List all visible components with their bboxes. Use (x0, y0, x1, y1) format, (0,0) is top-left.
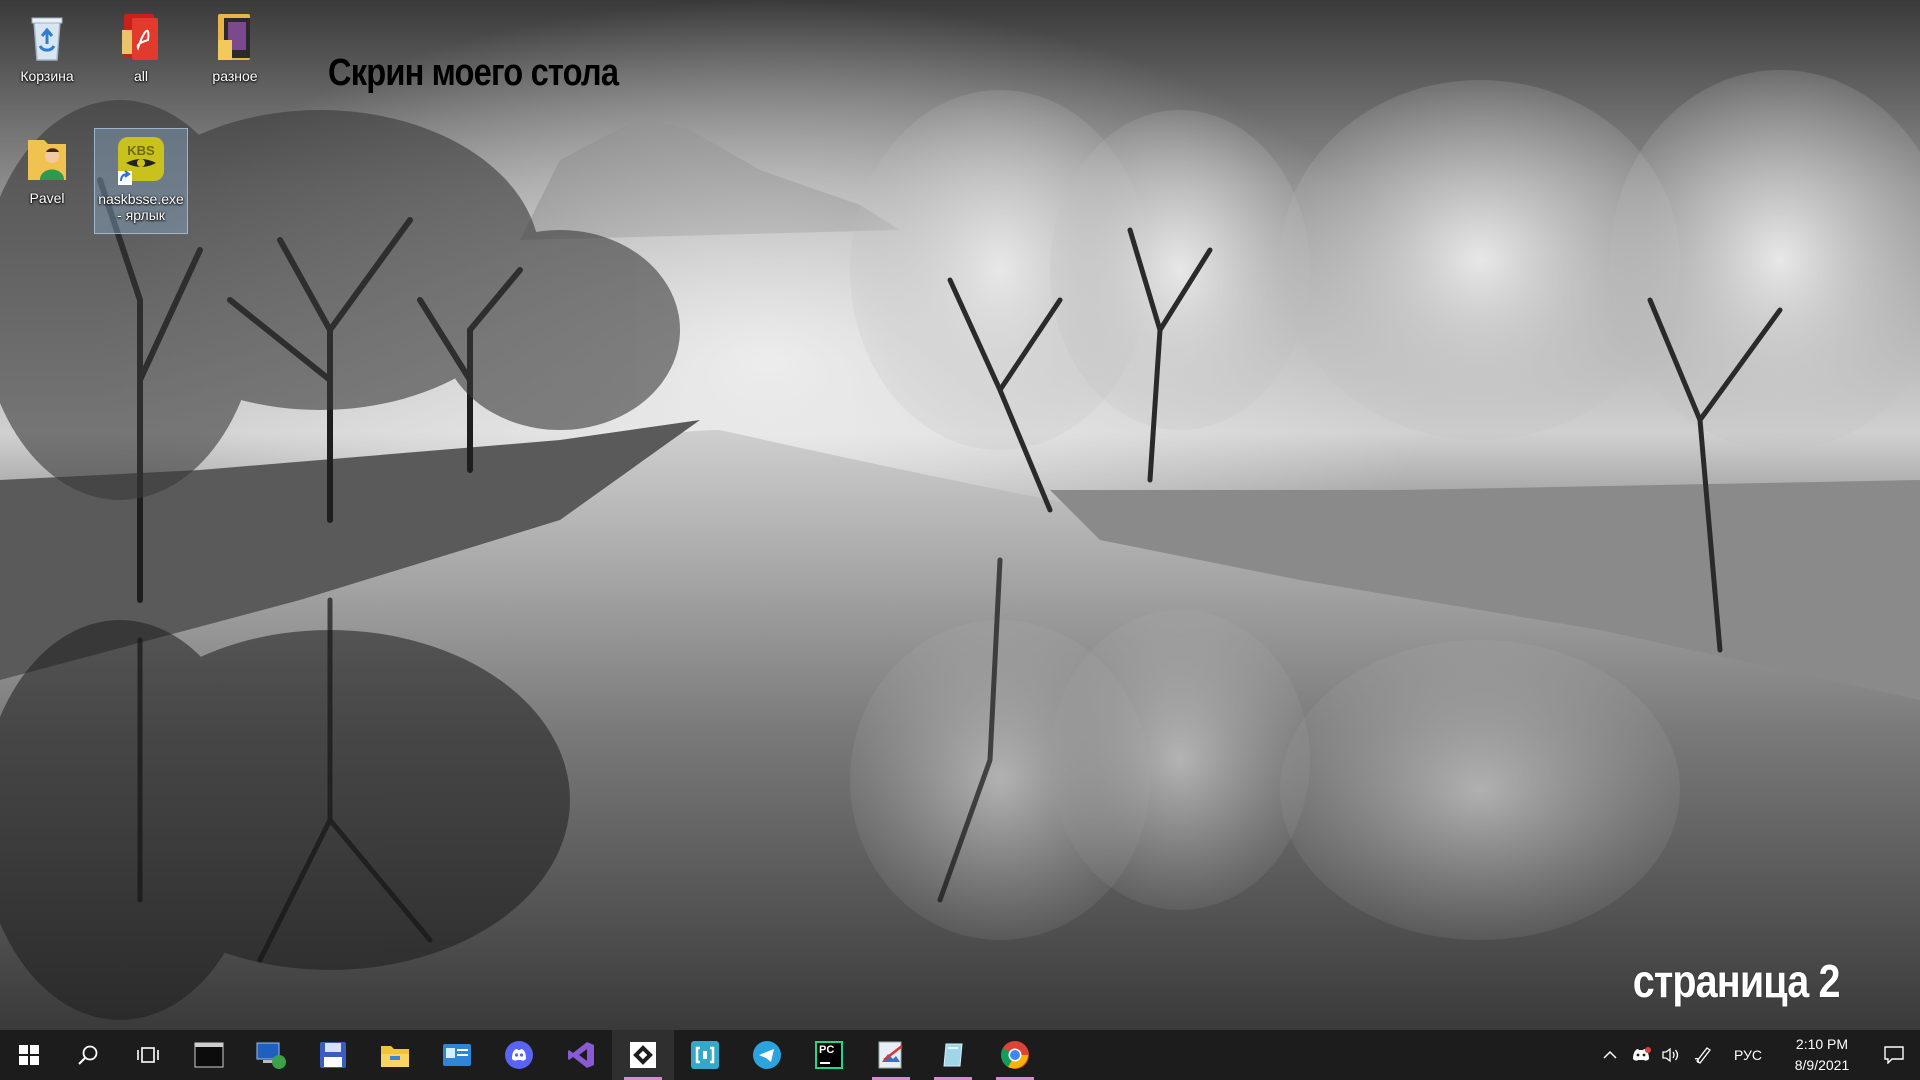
start-button[interactable] (0, 1030, 58, 1080)
folder-icon (381, 1046, 409, 1067)
taskbar-app-telegram[interactable] (736, 1030, 798, 1080)
task-view-icon (137, 1047, 159, 1063)
desktop-icon-label: разное (212, 68, 258, 84)
glass-panel-icon (943, 1043, 963, 1067)
pycharm-icon: PC (815, 1041, 843, 1069)
chrome-icon (1001, 1041, 1029, 1069)
folder-icon (208, 10, 262, 64)
desktop-icon-all[interactable]: all (94, 6, 188, 106)
desktop-icon-label: Pavel (29, 190, 65, 206)
clock[interactable]: 2:10 PM 8/9/2021 (1776, 1030, 1868, 1080)
clock-time: 2:10 PM (1795, 1036, 1849, 1052)
desktop-icon-naskbsse-shortcut[interactable]: KBS naskbsse.exe - ярлык (94, 128, 188, 234)
page-number-label: страница 2 (1633, 955, 1841, 1007)
taskbar-app-pycharm[interactable]: PC (798, 1030, 860, 1080)
discord-tray-icon (1632, 1047, 1651, 1061)
desktop-icon-pavel[interactable]: Pavel (0, 128, 94, 228)
desktop-wallpaper (0, 0, 1920, 1030)
taskbar-app-notes[interactable] (922, 1030, 984, 1080)
desktop-icon-recycle-bin[interactable]: Корзина (0, 6, 94, 106)
image-editor-icon (878, 1041, 903, 1069)
diamond-icon (630, 1042, 656, 1068)
desktop-icon-label: Корзина (20, 68, 74, 84)
visual-studio-icon (568, 1042, 594, 1068)
desktop-icon-label: naskbsse.exe - ярлык (98, 191, 184, 223)
terminal-icon (194, 1042, 224, 1068)
telegram-icon (753, 1041, 781, 1069)
show-hidden-icons-button[interactable] (1594, 1030, 1626, 1080)
taskbar-app-image-editor[interactable] (860, 1030, 922, 1080)
taskbar-app-discord[interactable] (488, 1030, 550, 1080)
taskbar-app-terminal[interactable] (178, 1030, 240, 1080)
bracket-icon (691, 1041, 719, 1069)
floppy-disk-icon (320, 1042, 346, 1068)
taskbar-app-file-explorer[interactable] (364, 1030, 426, 1080)
contact-card-icon (443, 1044, 471, 1066)
chevron-up-icon (1603, 1050, 1617, 1059)
recycle-bin-icon (20, 10, 74, 64)
search-button[interactable] (58, 1030, 118, 1080)
clock-date: 8/9/2021 (1794, 1057, 1850, 1073)
taskbar-app-bracket[interactable] (674, 1030, 736, 1080)
windows-logo-icon (19, 1045, 39, 1065)
desktop-icon-raznoe[interactable]: разное (188, 6, 282, 106)
taskbar: PC РУС 2:10 PM 8/9/2021 (0, 1030, 1920, 1080)
wallpaper-image (0, 0, 1920, 1030)
pdf-folder-icon (114, 10, 168, 64)
pycharm-icon-text: PC (819, 1044, 835, 1056)
pen-workspace-button[interactable] (1686, 1030, 1720, 1080)
pen-icon (1694, 1047, 1711, 1064)
taskbar-app-chrome[interactable] (984, 1030, 1046, 1080)
notification-icon (1884, 1046, 1904, 1064)
discord-icon (505, 1041, 533, 1069)
system-tray: РУС 2:10 PM 8/9/2021 (1594, 1030, 1920, 1080)
speaker-icon (1662, 1047, 1679, 1063)
user-folder-icon (20, 132, 74, 186)
search-icon (78, 1045, 98, 1065)
taskbar-app-network[interactable] (240, 1030, 302, 1080)
taskbar-app-save[interactable] (302, 1030, 364, 1080)
svg-text:KBS: KBS (127, 143, 155, 158)
tray-discord[interactable] (1626, 1030, 1656, 1080)
desktop-overlay-title: Скрин моего стола (328, 52, 619, 94)
taskbar-app-contacts[interactable] (426, 1030, 488, 1080)
kbs-shortcut-icon: KBS (114, 133, 168, 187)
network-computer-icon (256, 1042, 286, 1069)
taskbar-app-visual-studio[interactable] (550, 1030, 612, 1080)
input-language-indicator[interactable]: РУС (1720, 1030, 1776, 1080)
action-center-button[interactable] (1868, 1030, 1920, 1080)
taskbar-app-git[interactable] (612, 1030, 674, 1080)
task-view-button[interactable] (118, 1030, 178, 1080)
desktop-icon-label: all (133, 68, 148, 84)
volume-button[interactable] (1656, 1030, 1686, 1080)
